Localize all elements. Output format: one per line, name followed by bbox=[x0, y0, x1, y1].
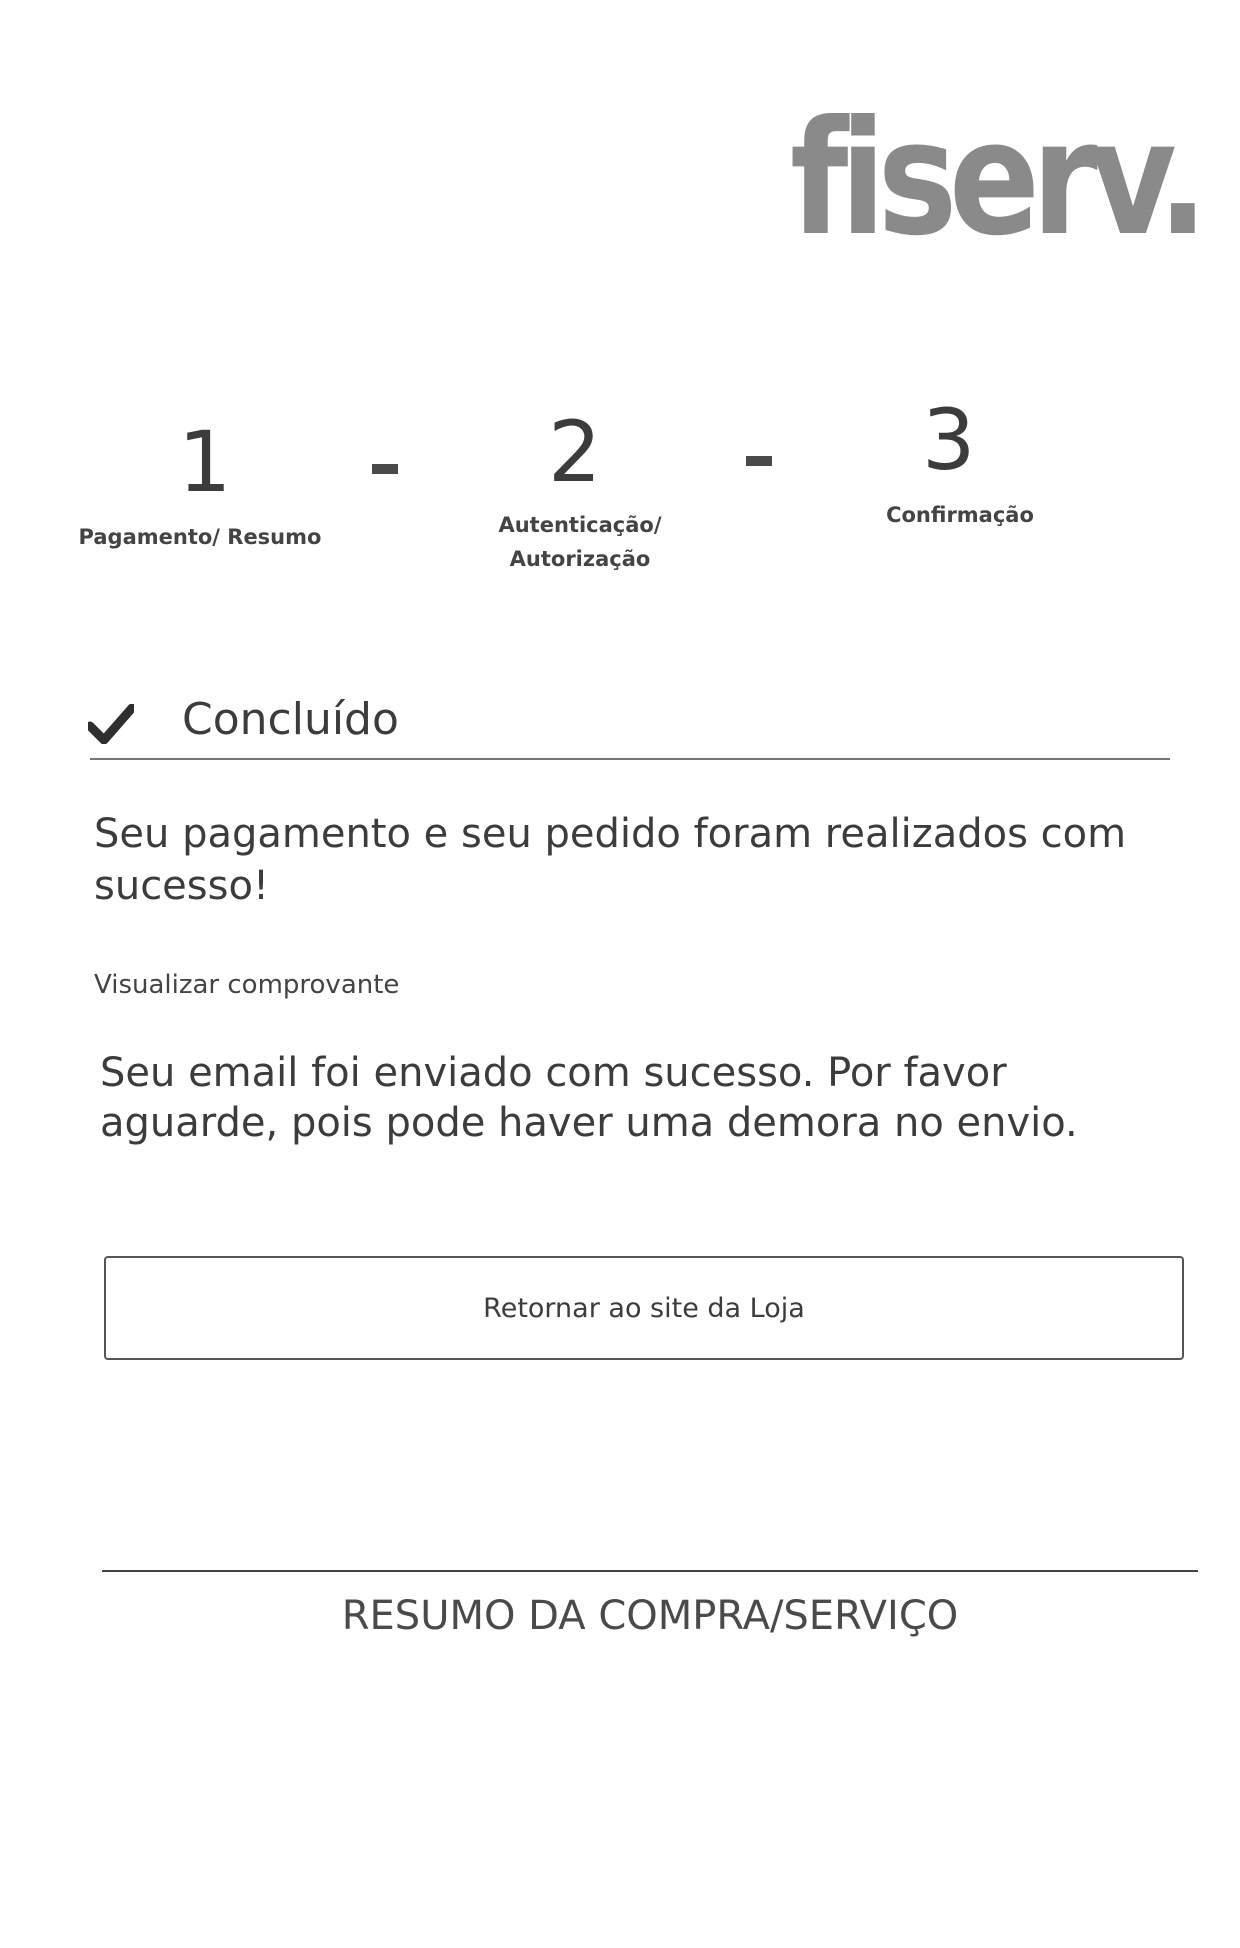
check-icon bbox=[88, 704, 134, 744]
step-1-number: 1 bbox=[178, 413, 232, 511]
step-separator bbox=[746, 456, 772, 466]
divider bbox=[90, 758, 1170, 760]
divider bbox=[102, 1570, 1198, 1572]
return-to-store-button[interactable]: Retornar ao site da Loja bbox=[104, 1256, 1184, 1360]
email-sent-message: Seu email foi enviado com sucesso. Por f… bbox=[100, 1050, 1078, 1146]
step-1-label: Pagamento/ Resumo bbox=[78, 525, 322, 549]
purchase-summary-title: RESUMO DA COMPRA/SERVIÇO bbox=[341, 1593, 959, 1639]
step-3-number: 3 bbox=[922, 391, 976, 489]
view-receipt-link[interactable]: Visualizar comprovante bbox=[94, 968, 399, 1002]
checkout-steps: 1 2 3 Pagamento/ Resumo Autenticação/ Au… bbox=[0, 0, 1240, 600]
step-2-number: 2 bbox=[548, 403, 602, 501]
step-3-label: Confirmação bbox=[886, 503, 1034, 527]
payment-success-message: Seu pagamento e seu pedido foram realiza… bbox=[94, 811, 1127, 909]
confirmation-page: fiserv. 1 2 3 Pagamento/ Resumo Autentic… bbox=[0, 0, 1240, 1948]
step-2-label: Autenticação/ Autorização bbox=[498, 513, 662, 571]
status-title: Concluído bbox=[182, 694, 399, 745]
step-separator bbox=[372, 464, 398, 474]
